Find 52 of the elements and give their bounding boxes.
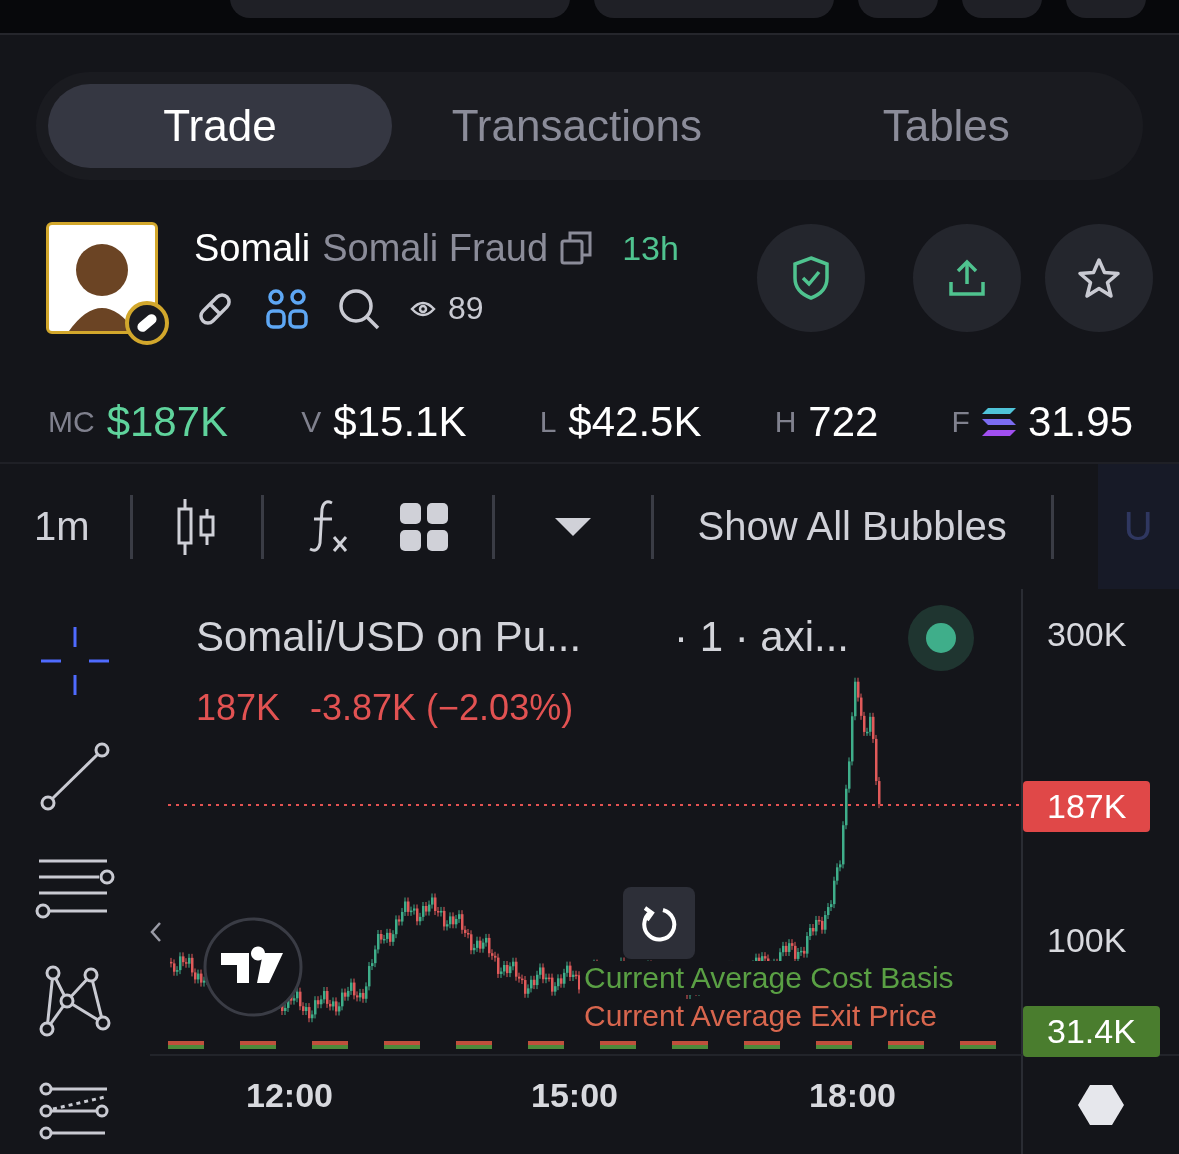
cost-basis-tag: 31.4K: [1023, 1006, 1160, 1057]
price-change: -3.87K (−2.03%): [310, 687, 574, 728]
tab[interactable]: Trade: [48, 84, 392, 168]
pattern-icon[interactable]: [39, 965, 111, 1037]
axis-label: 100K: [1047, 921, 1127, 960]
solana-icon: [981, 408, 1016, 436]
price-tag: 187K: [1023, 781, 1151, 832]
token-age: 13h: [622, 228, 679, 268]
pill-badge-icon: [124, 300, 170, 346]
time-label: 12:00: [246, 1076, 333, 1115]
eye-icon: [410, 299, 436, 318]
interval-button[interactable]: 1m: [34, 504, 90, 549]
chart-interval: · 1 · axi...: [674, 613, 850, 660]
view-count: 89: [448, 290, 484, 327]
token-name: Somali Fraud: [322, 226, 549, 270]
time-label: 15:00: [531, 1076, 618, 1115]
stat-value: $15.1K: [333, 398, 467, 446]
axis-label: 300K: [1047, 615, 1127, 654]
rotate-icon: [641, 904, 677, 942]
hexagon-icon[interactable]: [1078, 1085, 1124, 1125]
stat-value: 722: [808, 398, 879, 446]
time-label: 18:00: [809, 1076, 896, 1115]
last-price: 187K: [196, 687, 281, 728]
holders-icon[interactable]: [266, 288, 308, 329]
star-icon: [1077, 257, 1121, 299]
stat-value: $42.5K: [568, 398, 702, 446]
horizontal-lines-icon[interactable]: [35, 857, 115, 921]
trend-line-icon[interactable]: [39, 741, 111, 813]
stat-label: H: [774, 405, 797, 439]
token-symbol: Somali: [194, 226, 311, 270]
tab[interactable]: Transactions: [392, 84, 762, 168]
fib-lines-icon[interactable]: [39, 1081, 111, 1141]
shield-check-icon: [792, 256, 830, 300]
scroll-left-icon[interactable]: [150, 921, 162, 943]
stat-value: 31.95: [1027, 398, 1133, 446]
tab[interactable]: Tables: [761, 84, 1131, 168]
crosshair-icon[interactable]: [39, 625, 111, 697]
stat-label: V: [301, 405, 322, 439]
stat-value: $187K: [106, 398, 229, 446]
stat-label: F: [951, 405, 970, 439]
chart-title: Somali/USD on Pu...: [196, 613, 582, 660]
copy-icon[interactable]: [560, 231, 593, 265]
cut-off-label: U: [1123, 504, 1153, 549]
dropdown-caret-icon[interactable]: [554, 517, 591, 536]
status-dot-icon: [908, 605, 974, 671]
search-icon[interactable]: [338, 287, 380, 330]
layout-grid-icon[interactable]: [399, 502, 448, 551]
stat-label: MC: [48, 405, 95, 439]
show-bubbles-button[interactable]: Show All Bubbles: [697, 504, 1007, 549]
share-icon: [947, 258, 987, 298]
reset-button[interactable]: [623, 887, 695, 959]
stat-label: L: [539, 405, 557, 439]
